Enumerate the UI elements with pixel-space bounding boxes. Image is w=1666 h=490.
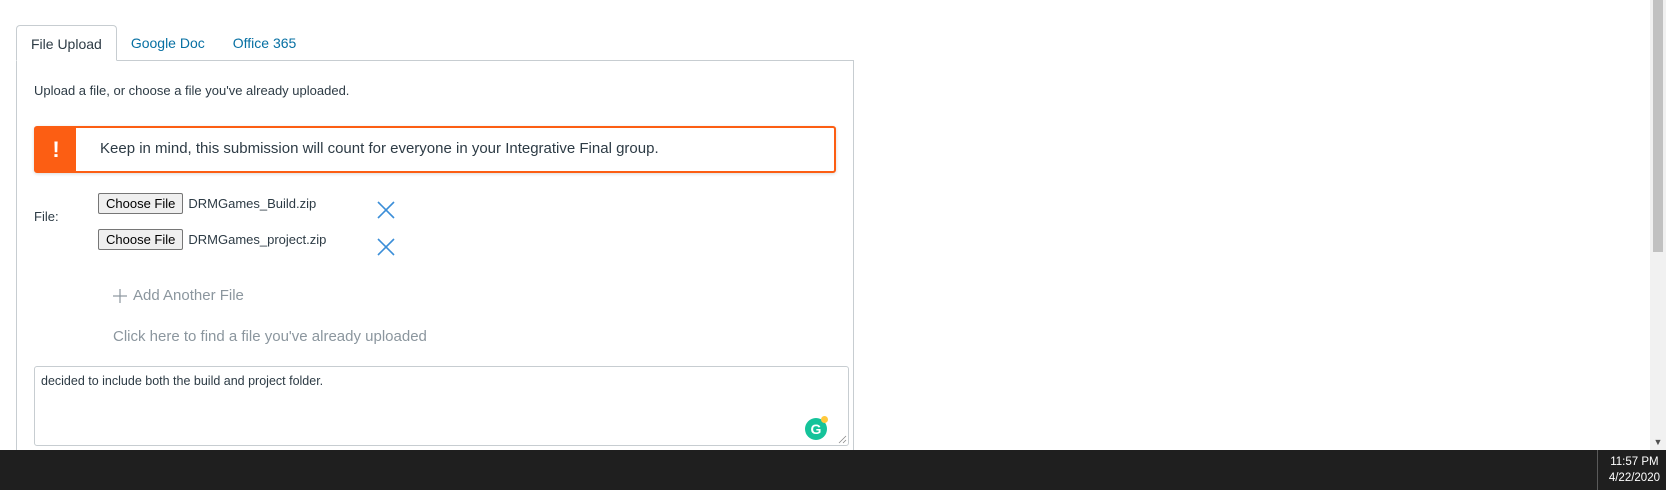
selected-file-name: DRMGames_project.zip <box>188 231 327 247</box>
file-upload-panel: Upload a file, or choose a file you've a… <box>16 60 854 460</box>
remove-file-icon[interactable] <box>375 236 397 258</box>
plus-icon <box>113 288 127 303</box>
taskbar-clock[interactable]: 11:57 PM 4/22/2020 <box>1609 454 1660 486</box>
clock-date: 4/22/2020 <box>1608 472 1660 484</box>
tab-google-doc[interactable]: Google Doc <box>117 25 219 61</box>
assignment-submission-page: File Upload Google Doc Office 365 Upload… <box>0 0 1650 460</box>
warning-icon: ! <box>36 128 76 171</box>
scroll-down-arrow-icon[interactable]: ▼ <box>1650 434 1666 450</box>
tab-file-upload[interactable]: File Upload <box>16 25 117 61</box>
clock-time: 11:57 PM <box>1610 456 1659 468</box>
scrollbar-thumb[interactable] <box>1653 0 1663 252</box>
alert-message: Keep in mind, this submission will count… <box>100 140 659 157</box>
file-input-row: Choose File DRMGames_Build.zip <box>98 192 316 214</box>
remove-file-icon[interactable] <box>375 199 397 221</box>
page-scrollbar[interactable]: ▼ <box>1650 0 1666 450</box>
upload-instructions: Upload a file, or choose a file you've a… <box>34 83 350 98</box>
comment-textarea[interactable]: decided to include both the build and pr… <box>34 366 849 446</box>
submission-tabs: File Upload Google Doc Office 365 <box>16 25 310 61</box>
resize-handle-icon[interactable] <box>838 435 847 444</box>
file-input-row: Choose File DRMGames_project.zip <box>98 228 326 250</box>
selected-file-name: DRMGames_Build.zip <box>188 195 317 211</box>
windows-taskbar: 11:57 PM 4/22/2020 <box>0 450 1666 490</box>
find-uploaded-file-link[interactable]: Click here to find a file you've already… <box>113 328 427 345</box>
group-submission-alert: ! Keep in mind, this submission will cou… <box>34 126 836 173</box>
file-label: File: <box>34 209 59 224</box>
grammarly-status-dot <box>821 416 828 423</box>
choose-file-button[interactable]: Choose File <box>98 228 184 250</box>
choose-file-button[interactable]: Choose File <box>98 192 184 214</box>
add-another-file-link[interactable]: Add Another File <box>113 287 244 304</box>
taskbar-divider <box>1597 450 1598 490</box>
comment-text: decided to include both the build and pr… <box>41 374 324 388</box>
tab-office-365[interactable]: Office 365 <box>219 25 311 61</box>
add-another-file-label: Add Another File <box>133 287 244 304</box>
